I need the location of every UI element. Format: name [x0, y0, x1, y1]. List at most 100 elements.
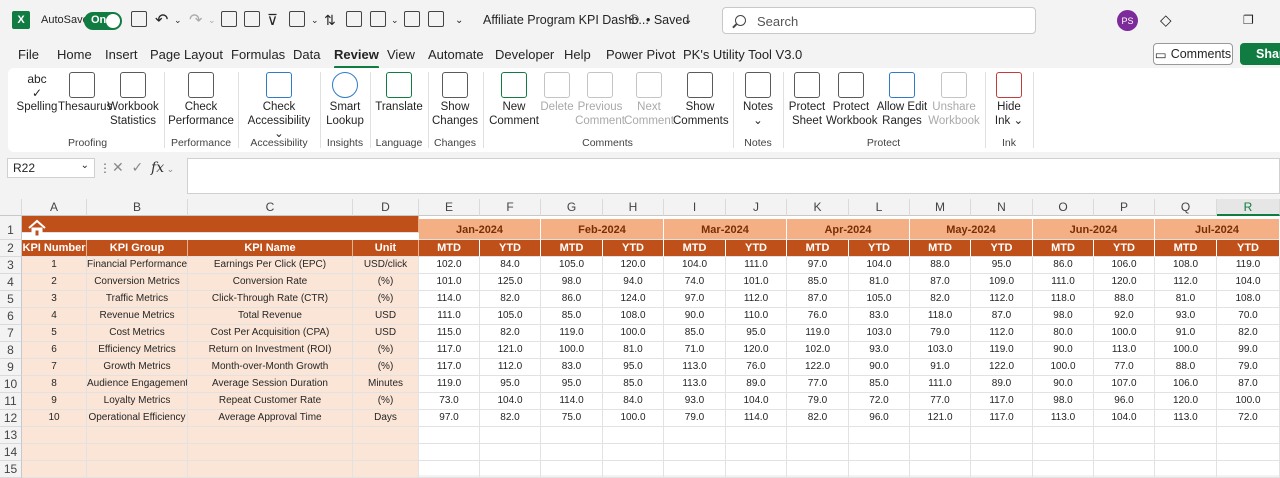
value-cell[interactable]: 118.0 [1033, 291, 1094, 308]
comments-button[interactable]: ▭ Comments [1153, 43, 1233, 65]
value-cell[interactable]: 87.0 [910, 274, 971, 291]
value-cell[interactable]: 117.0 [419, 342, 480, 359]
empty-cell[interactable] [787, 461, 849, 478]
kpi-name-cell[interactable]: Repeat Customer Rate [188, 393, 353, 410]
empty-cell[interactable] [1033, 461, 1094, 478]
tab-view[interactable]: View [387, 47, 415, 62]
kpi-name-cell[interactable]: Conversion Rate [188, 274, 353, 291]
tab-file[interactable]: File [18, 47, 39, 62]
month-header[interactable]: Apr-2024 [787, 219, 910, 240]
month-header[interactable]: May-2024 [910, 219, 1033, 240]
value-cell[interactable]: 90.0 [849, 359, 910, 376]
column-header-l[interactable]: L [849, 199, 910, 216]
value-cell[interactable]: 111.0 [910, 376, 971, 393]
value-cell[interactable]: 118.0 [910, 308, 971, 325]
value-cell[interactable]: 79.0 [1217, 359, 1280, 376]
kpi-number-cell[interactable]: 5 [22, 325, 87, 342]
kpi-number-cell[interactable]: 3 [22, 291, 87, 308]
empty-cell[interactable] [664, 461, 726, 478]
tab-automate[interactable]: Automate [428, 47, 484, 62]
tab-formulas[interactable]: Formulas [231, 47, 285, 62]
unit-cell[interactable]: USD [353, 325, 419, 342]
value-cell[interactable]: 76.0 [787, 308, 849, 325]
value-cell[interactable]: 87.0 [971, 308, 1033, 325]
empty-cell[interactable] [353, 444, 419, 461]
row-header[interactable]: 8 [0, 342, 22, 359]
empty-cell[interactable] [1033, 444, 1094, 461]
mtd-header[interactable]: MTD [541, 240, 603, 257]
value-cell[interactable]: 80.0 [1033, 325, 1094, 342]
month-header[interactable]: Jun-2024 [1033, 219, 1155, 240]
table-header[interactable]: KPI Group [87, 240, 188, 257]
empty-cell[interactable] [87, 461, 188, 478]
value-cell[interactable]: 107.0 [1094, 376, 1155, 393]
ytd-header[interactable]: YTD [1217, 240, 1280, 257]
value-cell[interactable]: 72.0 [1217, 410, 1280, 427]
cancel-icon[interactable]: ✕ [112, 159, 124, 175]
empty-cell[interactable] [22, 444, 87, 461]
tab-home[interactable]: Home [57, 47, 92, 62]
redo-icon[interactable]: ↷ [189, 0, 202, 40]
row-header[interactable]: 6 [0, 308, 22, 325]
value-cell[interactable]: 108.0 [603, 308, 664, 325]
protect-sheet-button[interactable]: Protect Sheet [787, 72, 827, 128]
value-cell[interactable]: 122.0 [971, 359, 1033, 376]
empty-cell[interactable] [22, 427, 87, 444]
kpi-name-cell[interactable]: Return on Investment (ROI) [188, 342, 353, 359]
value-cell[interactable]: 96.0 [1094, 393, 1155, 410]
kpi-number-cell[interactable]: 4 [22, 308, 87, 325]
value-cell[interactable]: 100.0 [541, 342, 603, 359]
mtd-header[interactable]: MTD [910, 240, 971, 257]
value-cell[interactable]: 95.0 [726, 325, 787, 342]
column-header-e[interactable]: E [419, 199, 480, 216]
value-cell[interactable]: 119.0 [541, 325, 603, 342]
value-cell[interactable]: 77.0 [910, 393, 971, 410]
kpi-number-cell[interactable]: 8 [22, 376, 87, 393]
kpi-group-cell[interactable]: Growth Metrics [87, 359, 188, 376]
value-cell[interactable]: 99.0 [1217, 342, 1280, 359]
value-cell[interactable]: 103.0 [910, 342, 971, 359]
column-header-g[interactable]: G [541, 199, 603, 216]
name-box[interactable]: R22 ⌄ [7, 158, 95, 178]
value-cell[interactable]: 85.0 [603, 376, 664, 393]
value-cell[interactable]: 112.0 [726, 291, 787, 308]
row-header[interactable]: 2 [0, 240, 22, 257]
value-cell[interactable]: 81.0 [603, 342, 664, 359]
value-cell[interactable]: 117.0 [419, 359, 480, 376]
tab-power-pivot[interactable]: Power Pivot [606, 47, 675, 62]
value-cell[interactable]: 90.0 [1033, 342, 1094, 359]
empty-cell[interactable] [1217, 444, 1280, 461]
empty-cell[interactable] [353, 461, 419, 478]
mtd-header[interactable]: MTD [419, 240, 480, 257]
value-cell[interactable]: 84.0 [480, 257, 541, 274]
month-header[interactable]: Mar-2024 [664, 219, 787, 240]
value-cell[interactable]: 108.0 [1155, 257, 1217, 274]
empty-cell[interactable] [726, 427, 787, 444]
value-cell[interactable]: 87.0 [1217, 376, 1280, 393]
empty-cell[interactable] [1033, 427, 1094, 444]
empty-cell[interactable] [849, 427, 910, 444]
value-cell[interactable]: 76.0 [726, 359, 787, 376]
check-performance-button[interactable]: Check Performance [168, 72, 234, 128]
unit-cell[interactable]: (%) [353, 359, 419, 376]
empty-cell[interactable] [1155, 461, 1217, 478]
value-cell[interactable]: 88.0 [1155, 359, 1217, 376]
kpi-name-cell[interactable]: Average Approval Time [188, 410, 353, 427]
tab-data[interactable]: Data [293, 47, 320, 62]
value-cell[interactable]: 100.0 [1155, 342, 1217, 359]
column-header-b[interactable]: B [87, 199, 188, 216]
row-header[interactable]: 11 [0, 393, 22, 410]
empty-cell[interactable] [419, 427, 480, 444]
previous-comment-button[interactable]: Previous Comment [575, 72, 625, 128]
value-cell[interactable]: 79.0 [787, 393, 849, 410]
column-header-q[interactable]: Q [1155, 199, 1217, 216]
row-header[interactable]: 3 [0, 257, 22, 274]
kpi-group-cell[interactable]: Efficiency Metrics [87, 342, 188, 359]
kpi-name-cell[interactable]: Cost Per Acquisition (CPA) [188, 325, 353, 342]
value-cell[interactable]: 82.0 [1217, 325, 1280, 342]
format-icon[interactable] [370, 11, 386, 27]
value-cell[interactable]: 97.0 [419, 410, 480, 427]
empty-cell[interactable] [726, 461, 787, 478]
empty-cell[interactable] [188, 427, 353, 444]
premium-diamond-icon[interactable]: ◇ [1160, 0, 1172, 40]
